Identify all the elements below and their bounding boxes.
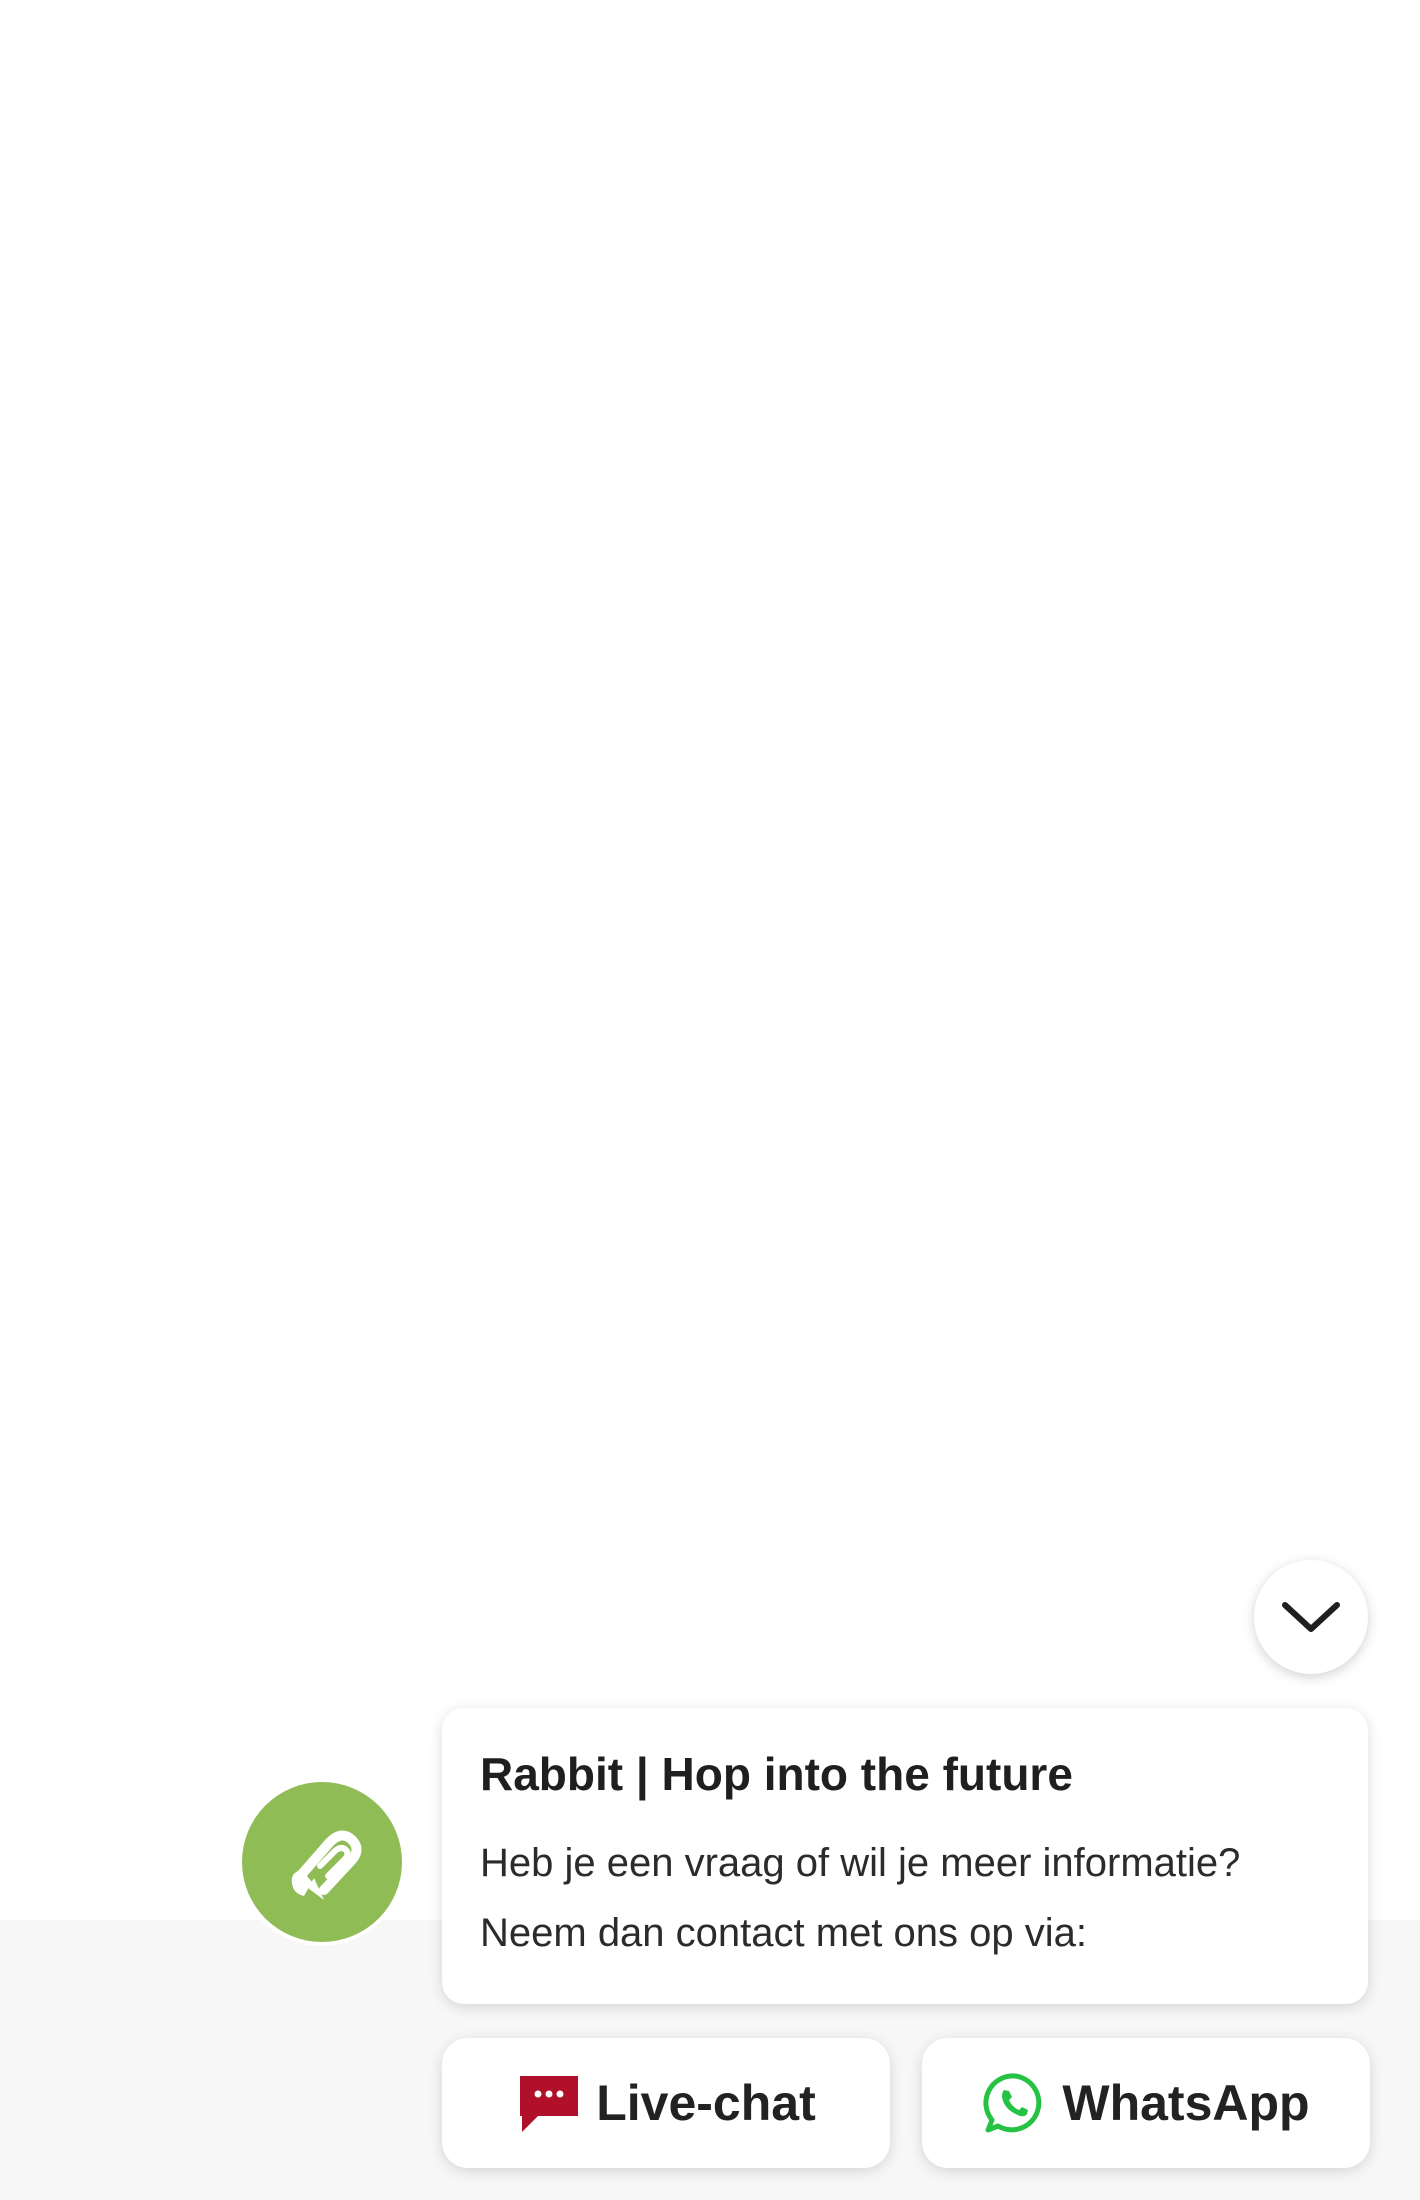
message-card: Rabbit | Hop into the future Heb je een … bbox=[442, 1708, 1368, 2004]
live-chat-button[interactable]: Live-chat bbox=[442, 2038, 890, 2168]
chevron-down-icon bbox=[1282, 1602, 1340, 1632]
whatsapp-icon bbox=[982, 2070, 1048, 2136]
whatsapp-label: WhatsApp bbox=[1062, 2075, 1310, 2131]
chat-bubble-icon bbox=[516, 2072, 582, 2134]
agent-avatar bbox=[242, 1782, 402, 1942]
message-line: Neem dan contact met ons op via: bbox=[480, 1911, 1087, 1955]
message-line: Heb je een vraag of wil je meer informat… bbox=[480, 1841, 1241, 1885]
brand-logo-icon bbox=[291, 1830, 362, 1900]
collapse-widget-button[interactable] bbox=[1254, 1560, 1368, 1674]
live-chat-label: Live-chat bbox=[596, 2075, 816, 2131]
widget-title: Rabbit | Hop into the future bbox=[480, 1748, 1073, 1800]
whatsapp-button[interactable]: WhatsApp bbox=[922, 2038, 1370, 2168]
page: Rabbit | Hop into the future Heb je een … bbox=[0, 0, 1420, 2200]
widget-message: Heb je een vraag of wil je meer informat… bbox=[480, 1828, 1330, 1968]
